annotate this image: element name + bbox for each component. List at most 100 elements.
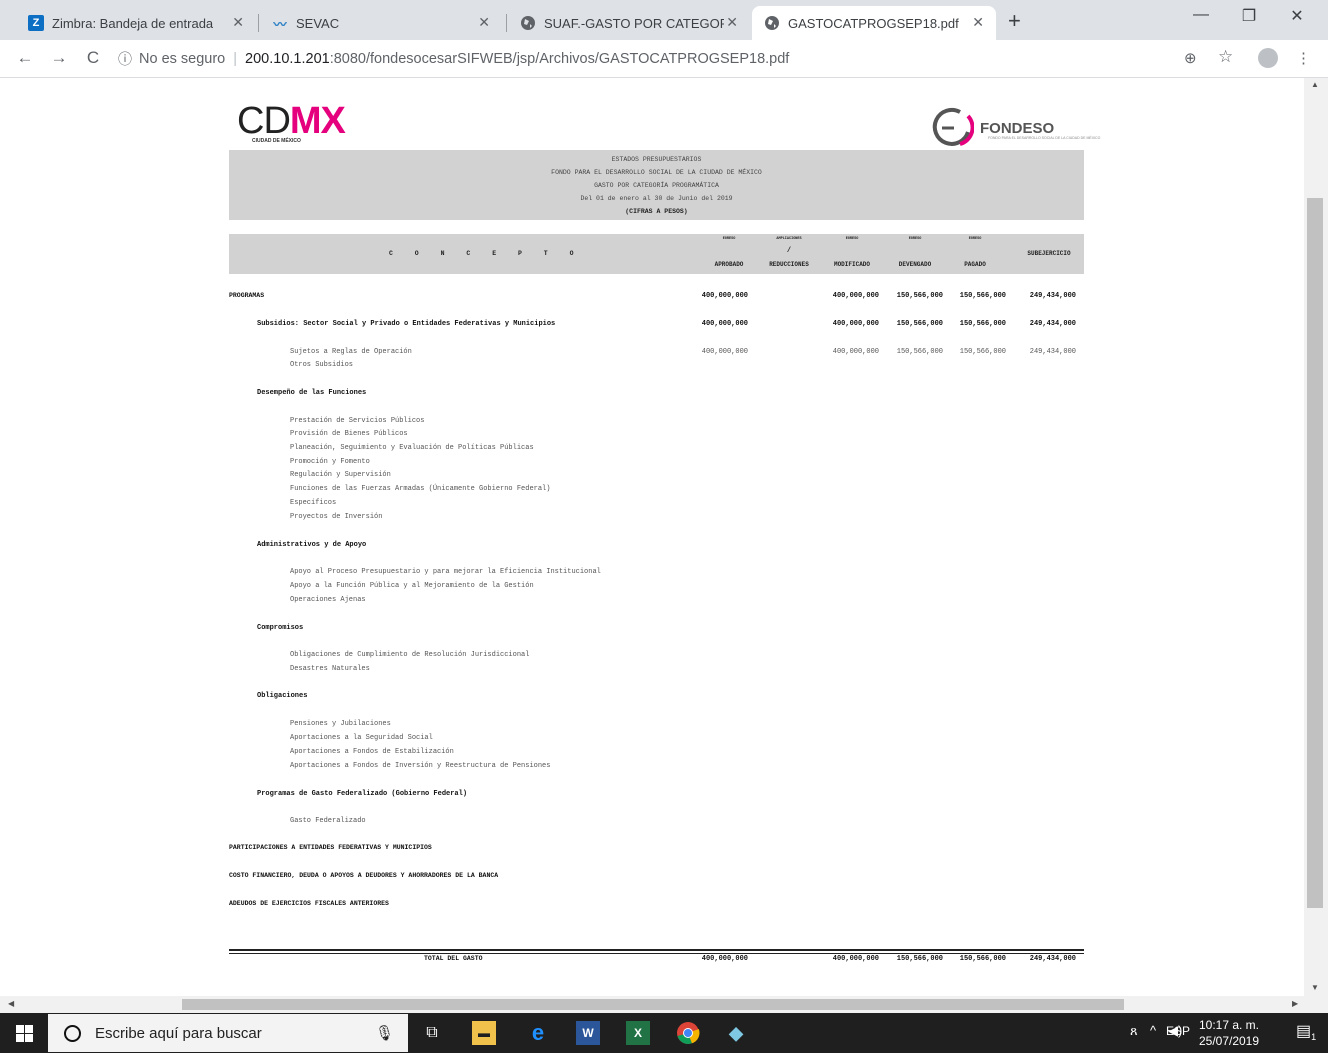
tab-label: SEVAC [296, 15, 340, 31]
row-label: Aportaciones a Fondos de Inversión y Ree… [290, 762, 551, 770]
tab-label: Zimbra: Bandeja de entrada [52, 15, 214, 31]
task-view-icon[interactable]: ⧉ [420, 1021, 444, 1045]
tab-suaf[interactable]: SUAF.-GASTO POR CATEGORÍA P ✕ [508, 6, 750, 40]
info-icon[interactable]: ⓘ [118, 49, 132, 69]
row-label: Promoción y Fomento [290, 458, 370, 466]
new-tab-icon[interactable]: + [1008, 8, 1021, 34]
report-row: PARTICIPACIONES A ENTIDADES FEDERATIVAS … [0, 842, 1304, 854]
row-label: Desempeño de las Funciones [257, 389, 367, 397]
total-value: 400,000,000 [832, 955, 879, 963]
column-header-reducciones: AMPLIACIONES / REDUCCIONES [769, 237, 809, 268]
bookmark-star-icon[interactable]: ☆ [1218, 47, 1233, 67]
people-icon[interactable]: ጸ [1130, 1023, 1138, 1039]
report-row: PROGRAMAS 400,000,000 400,000,000 150,566,0… [0, 290, 1304, 302]
row-label: Aportaciones a la Seguridad Social [290, 734, 433, 742]
fondeso-subtitle: FONDO PARA EL DESARROLLO SOCIAL DE LA CI… [988, 136, 1101, 140]
chrome-icon[interactable] [676, 1021, 700, 1045]
profile-avatar[interactable] [1258, 48, 1278, 68]
back-icon[interactable]: ← [14, 48, 36, 68]
pdf-viewer[interactable]: CDMX CIUDAD DE MÉXICO FONDESO FONDO PARA… [0, 78, 1304, 996]
close-tab-icon[interactable]: ✕ [232, 14, 244, 31]
report-row: Obligaciones de Cumplimiento de Resoluci… [0, 649, 1304, 661]
report-units: (CIFRAS A PESOS) [625, 208, 688, 215]
edge-icon[interactable]: e [526, 1020, 550, 1045]
row-label: Prestación de Servicios Públicos [290, 417, 425, 425]
windows-start-icon[interactable] [16, 1025, 33, 1042]
report-row: Promoción y Fomento [0, 456, 1304, 468]
report-row: ADEUDOS DE EJERCICIOS FISCALES ANTERIORE… [0, 898, 1304, 910]
notification-count: 1 [1311, 1032, 1317, 1043]
windows-taskbar: Escribe aquí para buscar 🎙 ⧉ ▬ e W X ◆ ጸ… [0, 1013, 1328, 1053]
scroll-down-icon[interactable]: ▼ [1311, 983, 1319, 992]
row-label: Aportaciones a Fondos de Estabilización [290, 748, 454, 756]
row-value: 150,566,000 [896, 292, 943, 300]
zoom-icon[interactable]: ⊕ [1184, 49, 1197, 67]
tab-pdf-active[interactable]: GASTOCATPROGSEP18.pdf ✕ [752, 6, 996, 40]
tab-zimbra[interactable]: Z Zimbra: Bandeja de entrada ✕ [16, 6, 256, 40]
horizontal-scroll-thumb[interactable] [182, 999, 1124, 1010]
report-row: Prestación de Servicios Públicos [0, 415, 1304, 427]
row-value: 400,000,000 [701, 348, 748, 356]
report-header: ESTADOS PRESUPUESTARIOS FONDO PARA EL DE… [229, 150, 1084, 220]
report-row: Operaciones Ajenas [0, 594, 1304, 606]
scroll-left-icon[interactable]: ◀ [8, 999, 14, 1008]
horizontal-scrollbar[interactable]: ◀ ▶ [0, 996, 1328, 1013]
language-indicator[interactable]: ESP [1166, 1024, 1190, 1038]
fondeso-mark-icon [932, 107, 974, 146]
vertical-scrollbar[interactable]: ▲ ▼ [1304, 78, 1328, 996]
reload-icon[interactable]: C [82, 48, 104, 68]
close-window-icon[interactable]: ✕ [1282, 6, 1312, 26]
close-tab-icon[interactable]: ✕ [972, 14, 984, 31]
row-label: Específicos [290, 499, 337, 507]
row-label: Administrativos y de Apoyo [257, 541, 367, 549]
close-tab-icon[interactable]: ✕ [478, 14, 490, 31]
total-value: 150,566,000 [896, 955, 943, 963]
file-explorer-icon[interactable]: ▬ [472, 1021, 496, 1045]
restore-icon[interactable]: ❐ [1234, 6, 1264, 26]
fondeso-logo: FONDESO [930, 106, 1054, 150]
row-label: Compromisos [257, 624, 304, 632]
close-tab-icon[interactable]: ✕ [726, 14, 738, 31]
row-label: Provisión de Bienes Públicos [290, 430, 408, 438]
scroll-up-icon[interactable]: ▲ [1311, 80, 1319, 89]
word-icon[interactable]: W [576, 1021, 600, 1045]
row-value: 400,000,000 [701, 292, 748, 300]
row-label: Subsidios: Sector Social y Privado o Ent… [257, 320, 556, 328]
report-row: Proyectos de Inversión [0, 511, 1304, 523]
forward-icon[interactable]: → [48, 48, 70, 68]
row-value: 400,000,000 [832, 292, 879, 300]
browser-toolbar: ← → C ⓘ No es seguro | 200.10.1.201:8080… [0, 40, 1328, 78]
notifications-icon[interactable]: ▤1 [1296, 1021, 1316, 1042]
row-label: Sujetos a Reglas de Operación [290, 348, 412, 356]
vertical-scroll-thumb[interactable] [1307, 198, 1323, 908]
tray-chevron-icon[interactable]: ^ [1150, 1023, 1156, 1038]
row-label: Desastres Naturales [290, 665, 370, 673]
report-row: Específicos [0, 497, 1304, 509]
column-header-pagado: EGRESO PAGADO [964, 237, 986, 268]
row-label: Operaciones Ajenas [290, 596, 366, 604]
report-row: Funciones de las Fuerzas Armadas (Únicam… [0, 483, 1304, 495]
report-row: Subsidios: Sector Social y Privado o Ent… [0, 318, 1304, 330]
address-bar[interactable]: ⓘ No es seguro | 200.10.1.201:8080/fonde… [118, 45, 1288, 73]
microphone-icon[interactable]: 🎙 [375, 1024, 394, 1042]
row-label: Funciones de las Fuerzas Armadas (Únicam… [290, 485, 551, 493]
tab-sevac[interactable]: 〰 SEVAC ✕ [260, 6, 502, 40]
excel-icon[interactable]: X [626, 1021, 650, 1045]
clock[interactable]: 10:17 a. m. 25/07/2019 [1198, 1017, 1260, 1049]
menu-kebab-icon[interactable]: ⋮ [1296, 49, 1311, 67]
total-value: 249,434,000 [1029, 955, 1076, 963]
report-row: Compromisos [0, 622, 1304, 634]
app-icon[interactable]: ◆ [724, 1021, 748, 1045]
tab-strip: Z Zimbra: Bandeja de entrada ✕ 〰 SEVAC ✕… [0, 0, 1328, 40]
scroll-right-icon[interactable]: ▶ [1292, 999, 1298, 1008]
row-label: Regulación y Supervisión [290, 471, 391, 479]
pdf-page: CDMX CIUDAD DE MÉXICO FONDESO FONDO PARA… [0, 78, 1304, 996]
security-label: No es seguro [139, 51, 226, 67]
tab-separator [506, 14, 507, 32]
report-row: Regulación y Supervisión [0, 469, 1304, 481]
minimize-icon[interactable]: — [1186, 6, 1216, 24]
taskbar-search[interactable]: Escribe aquí para buscar 🎙 [48, 1014, 408, 1052]
search-placeholder: Escribe aquí para buscar [95, 1024, 262, 1042]
row-label: Apoyo al Proceso Presupuestario y para m… [290, 568, 601, 576]
cdmx-logo: CDMX [237, 100, 346, 142]
